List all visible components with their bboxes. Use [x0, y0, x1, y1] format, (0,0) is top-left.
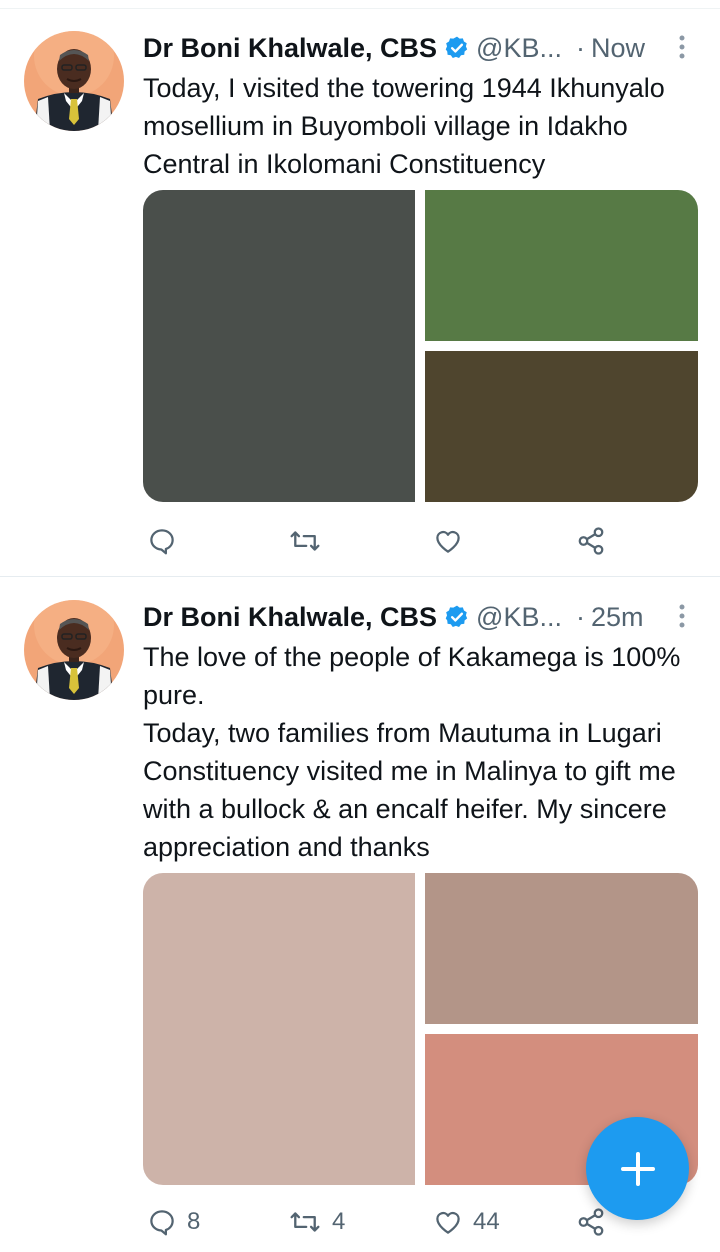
- tweet-actions: 8 4 44: [143, 1202, 623, 1242]
- share-button[interactable]: [576, 521, 616, 561]
- heart-icon: [436, 530, 460, 553]
- tweet-image[interactable]: [143, 873, 415, 1185]
- verified-badge-icon: [444, 35, 470, 61]
- author-name[interactable]: Dr Boni Khalwale, CBS: [143, 602, 437, 633]
- top-divider: [0, 0, 720, 9]
- tweet-text-line: Today, I visited the towering 1944 Ikhun…: [143, 73, 665, 179]
- compose-tweet-button[interactable]: [586, 1117, 689, 1220]
- timestamp[interactable]: 25m: [591, 602, 644, 633]
- author-handle: @KB...: [476, 32, 562, 63]
- retweet-count: 4: [332, 1208, 346, 1235]
- reply-icon: [150, 1210, 174, 1236]
- tweet-image[interactable]: [143, 190, 415, 502]
- retweet-icon: [290, 531, 320, 551]
- like-button[interactable]: [433, 521, 473, 561]
- reply-button[interactable]: [147, 521, 187, 561]
- tweet-image[interactable]: [425, 190, 698, 341]
- reply-button[interactable]: 8: [147, 1202, 200, 1242]
- reply-icon: [150, 529, 174, 555]
- retweet-button[interactable]: [288, 521, 332, 561]
- heart-icon: [436, 1211, 460, 1234]
- like-button[interactable]: 44: [433, 1202, 500, 1242]
- separator-dot: ·: [575, 32, 585, 63]
- plus-icon: [620, 1151, 655, 1186]
- author-handle: @KB...: [476, 601, 562, 632]
- separator-dot: ·: [575, 601, 585, 632]
- tweet-header: Dr Boni Khalwale, CBS @KB... · 25m: [143, 600, 698, 634]
- retweet-button[interactable]: 4: [288, 1202, 345, 1242]
- retweet-icon: [290, 1212, 320, 1232]
- avatar[interactable]: [24, 600, 124, 700]
- timestamp[interactable]: Now: [591, 33, 645, 64]
- more-options-icon[interactable]: [678, 603, 686, 636]
- verified-badge-icon: [444, 604, 470, 630]
- tweet-header: Dr Boni Khalwale, CBS @KB... · Now: [143, 31, 698, 65]
- tweet-actions: [143, 521, 623, 561]
- reply-count: 8: [187, 1208, 201, 1235]
- tweet[interactable]: Dr Boni Khalwale, CBS @KB... · Now Today…: [0, 9, 720, 577]
- tweet-text: The love of the people of Kakamega is 10…: [143, 638, 708, 866]
- share-icon: [578, 1208, 604, 1236]
- tweet-text: Today, I visited the towering 1944 Ikhun…: [143, 69, 708, 183]
- tweet-image[interactable]: [425, 873, 698, 1024]
- tweet-text-line: Today, two families from Mautuma in Luga…: [143, 718, 676, 862]
- media-grid[interactable]: [143, 190, 698, 502]
- avatar[interactable]: [24, 31, 124, 131]
- share-icon: [578, 527, 604, 555]
- tweet-text-line: The love of the people of Kakamega is 10…: [143, 642, 681, 710]
- tweet-image[interactable]: [425, 351, 698, 502]
- like-count: 44: [473, 1208, 500, 1235]
- author-name[interactable]: Dr Boni Khalwale, CBS: [143, 33, 437, 64]
- more-options-icon[interactable]: [678, 34, 686, 67]
